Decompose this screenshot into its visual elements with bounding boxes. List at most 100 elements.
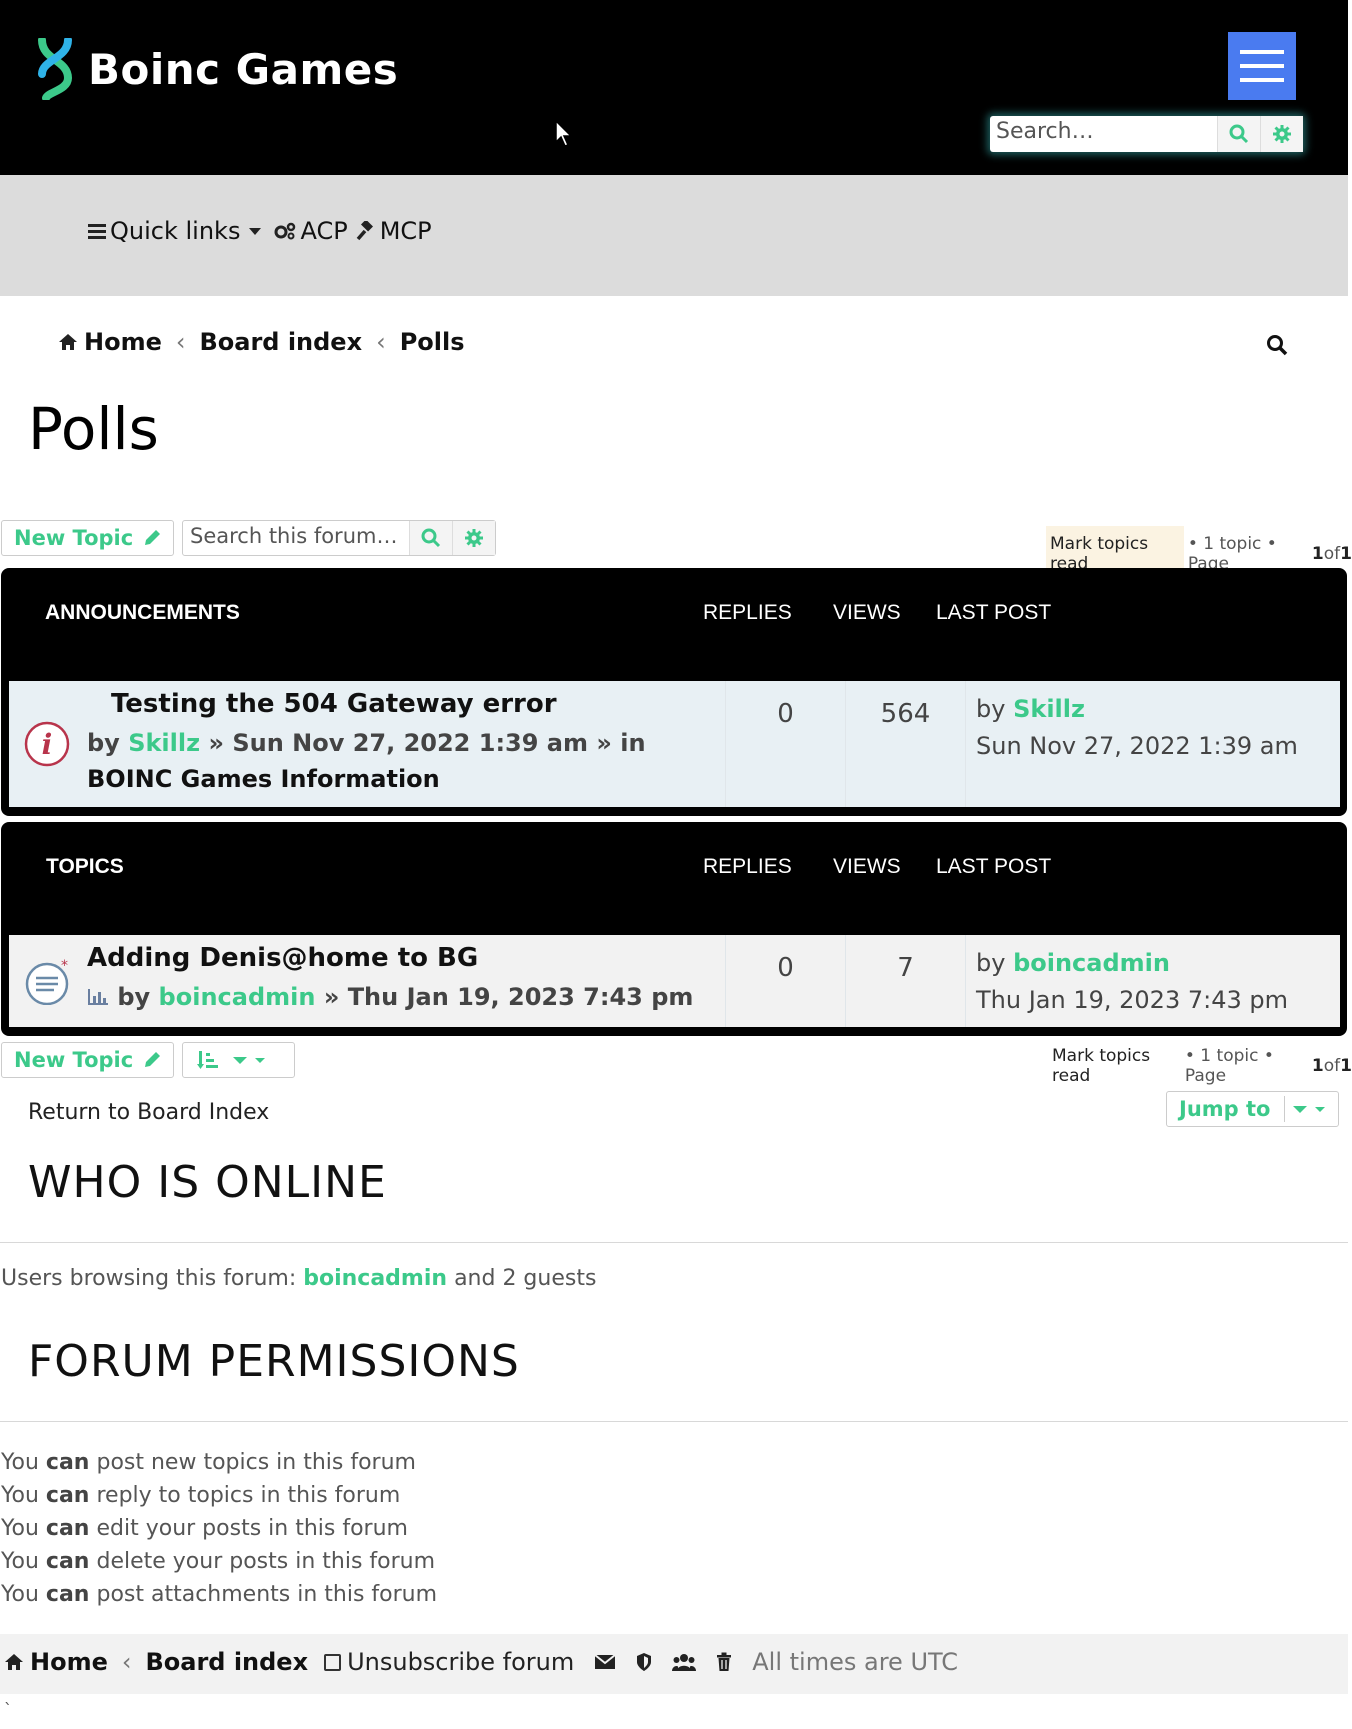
announcement-forum-link[interactable]: BOINC Games Information — [87, 765, 440, 793]
topic-last-date[interactable]: Thu Jan 19, 2023 7:43 pm — [976, 986, 1288, 1014]
search-icon[interactable] — [1266, 334, 1288, 356]
shield-icon[interactable] — [636, 1652, 652, 1672]
topic-row: * Adding Denis@home to BG by boincadmin … — [9, 935, 1340, 1027]
sort-icon — [197, 1051, 218, 1069]
announcements-box: ANNOUNCEMENTS REPLIES VIEWS LAST POST i … — [1, 568, 1347, 816]
cogs-icon — [274, 222, 296, 240]
chevron-down-icon — [233, 1057, 265, 1064]
forum-advanced-search-button[interactable] — [452, 521, 495, 555]
new-topic-label: New Topic — [14, 526, 134, 550]
pagination-bottom: Mark topics read • 1 topic • Page 1 of 1 — [1052, 1046, 1352, 1086]
jump-to-button[interactable]: Jump to — [1166, 1091, 1339, 1127]
svg-text:*: * — [61, 959, 68, 974]
divider — [0, 1242, 1348, 1243]
announcement-date: Sun Nov 27, 2022 1:39 am — [232, 729, 588, 757]
online-user-link[interactable]: boincadmin — [303, 1266, 447, 1291]
unsubscribe-checkbox-icon — [324, 1653, 342, 1671]
announcement-last-user-link[interactable]: Skillz — [1013, 695, 1085, 723]
page-title: Polls — [28, 395, 159, 463]
topic-author-link[interactable]: boincadmin — [159, 983, 316, 1011]
online-users-text: Users browsing this forum: boincadmin an… — [1, 1266, 597, 1291]
hamburger-menu-icon — [1240, 50, 1284, 54]
header-search-box: Search… — [990, 116, 1303, 152]
permission-line: You can delete your posts in this forum — [1, 1549, 436, 1574]
return-to-board-index-link[interactable]: Return to Board Index — [28, 1100, 269, 1125]
forum-search-input[interactable]: Search this forum… — [183, 521, 409, 555]
breadcrumb-home[interactable]: Home — [84, 328, 162, 356]
sort-options-button[interactable] — [182, 1042, 295, 1078]
pencil-icon — [145, 1052, 161, 1067]
announcement-info-icon: i — [24, 721, 70, 767]
who-is-online-heading: WHO IS ONLINE — [28, 1157, 387, 1208]
topics-header: TOPICS REPLIES VIEWS LAST POST — [46, 855, 1052, 878]
permission-line: You can post new topics in this forum — [1, 1450, 416, 1475]
gear-icon — [1273, 125, 1291, 143]
forum-search-box: Search this forum… — [182, 520, 496, 556]
acp-label: ACP — [300, 217, 348, 245]
unsubscribe-forum-link[interactable]: Unsubscribe forum — [324, 1648, 574, 1676]
users-icon[interactable] — [672, 1652, 697, 1672]
footer-home-link[interactable]: Home — [30, 1648, 108, 1676]
svg-text:i: i — [42, 728, 53, 761]
breadcrumb-board-index[interactable]: Board index — [199, 328, 362, 356]
poll-icon — [88, 989, 108, 1005]
home-icon — [5, 1654, 23, 1670]
announcement-author-link[interactable]: Skillz — [128, 729, 200, 757]
permissions-list: You can post new topics in this forum Yo… — [1, 1446, 437, 1611]
bars-icon — [88, 224, 106, 239]
header-search-input[interactable]: Search… — [990, 116, 1217, 152]
footer-links: Home ‹ Board index Unsubscribe forum All… — [4, 1648, 958, 1676]
quick-links-menu[interactable]: Quick links — [88, 217, 266, 245]
permission-line: You can reply to topics in this forum — [1, 1483, 401, 1508]
announcement-views: 564 — [880, 699, 931, 729]
jump-to-label: Jump to — [1179, 1097, 1271, 1121]
breadcrumb-polls[interactable]: Polls — [400, 328, 465, 356]
mcp-label: MCP — [379, 217, 432, 245]
announcement-row: i Testing the 504 Gateway error by Skill… — [9, 681, 1340, 807]
new-topic-button-bottom[interactable]: New Topic — [1, 1042, 175, 1078]
divider — [0, 1421, 1348, 1422]
header-search-button[interactable] — [1217, 116, 1260, 152]
announcement-last-date[interactable]: Sun Nov 27, 2022 1:39 am — [976, 732, 1298, 760]
gavel-icon — [356, 221, 373, 241]
announcements-header: ANNOUNCEMENTS REPLIES VIEWS LAST POST — [45, 601, 1052, 624]
topic-date: Thu Jan 19, 2023 7:43 pm — [347, 983, 694, 1011]
topic-read-icon: * — [25, 959, 69, 1005]
timezone-text: All times are UTC — [752, 1648, 959, 1676]
dna-logo-icon — [38, 38, 73, 100]
breadcrumb: Home ‹ Board index ‹ Polls — [58, 328, 465, 356]
page-current: 1 — [1311, 544, 1324, 564]
mark-topics-read-link-bottom[interactable]: Mark topics read — [1052, 1046, 1185, 1086]
envelope-icon[interactable] — [594, 1654, 616, 1670]
trash-icon[interactable] — [716, 1652, 732, 1672]
site-logo[interactable]: Boinc Games — [36, 38, 398, 100]
forum-permissions-heading: FORUM PERMISSIONS — [28, 1336, 520, 1387]
topic-views: 7 — [897, 953, 914, 983]
topic-replies: 0 — [777, 953, 794, 983]
header-advanced-search-button[interactable] — [1260, 116, 1303, 152]
permission-line: You can post attachments in this forum — [1, 1582, 438, 1607]
topic-meta: by boincadmin » Thu Jan 19, 2023 7:43 pm — [87, 979, 727, 1015]
chevron-down-icon — [1293, 1106, 1326, 1113]
chevron-down-icon — [249, 228, 262, 235]
home-icon — [59, 334, 77, 350]
site-header: Boinc Games Search… — [0, 0, 1348, 175]
nav-bar: Quick links ACP MCP — [0, 175, 1348, 296]
search-icon — [421, 528, 441, 548]
topic-title-link[interactable]: Adding Denis@home to BG — [87, 943, 478, 973]
page-total: 1 — [1340, 544, 1352, 564]
announcement-title-link[interactable]: Testing the 504 Gateway error — [111, 689, 557, 719]
mouse-cursor-icon — [555, 120, 573, 147]
site-name: Boinc Games — [88, 44, 399, 94]
forum-search-button[interactable] — [409, 521, 452, 555]
hamburger-menu-button[interactable] — [1228, 32, 1296, 100]
search-icon — [1229, 124, 1249, 144]
topic-last-user-link[interactable]: boincadmin — [1013, 949, 1170, 977]
mcp-link[interactable]: MCP — [356, 217, 432, 245]
gear-icon — [465, 529, 483, 547]
new-topic-button[interactable]: New Topic — [1, 520, 175, 556]
footer-board-index-link[interactable]: Board index — [145, 1648, 308, 1676]
acp-link[interactable]: ACP — [274, 217, 348, 245]
topics-box: TOPICS REPLIES VIEWS LAST POST * Adding … — [1, 822, 1347, 1036]
permission-line: You can edit your posts in this forum — [1, 1516, 408, 1541]
